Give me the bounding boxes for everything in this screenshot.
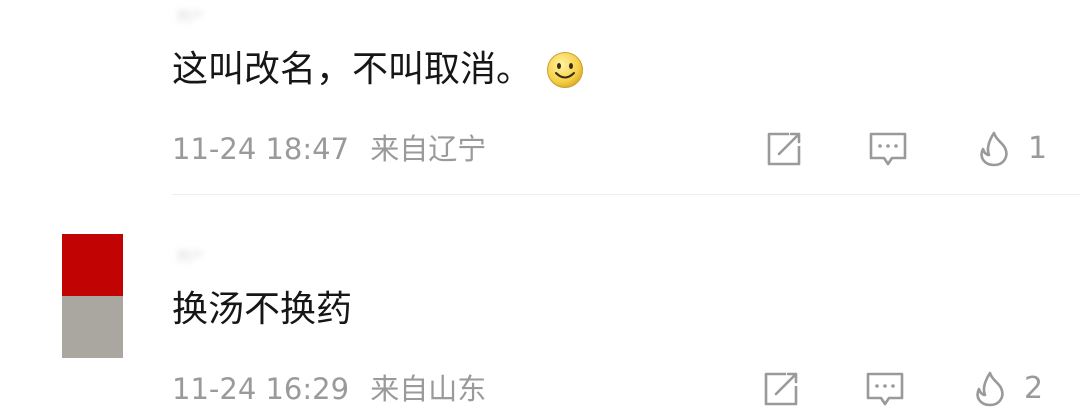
comment-date: 11-24 16:29	[172, 372, 350, 406]
avatar[interactable]	[62, 234, 123, 358]
like-count: 1	[1028, 131, 1048, 166]
comment-item: 用户 这叫改名，不叫取消。 11-24 18:47 来自辽宁 1	[0, 0, 1080, 195]
reply-button[interactable]	[864, 370, 906, 408]
like-button[interactable]: 2	[972, 370, 1043, 408]
comment-text: 这叫改名，不叫取消。	[172, 48, 584, 92]
comment-location: 来自辽宁	[370, 132, 487, 166]
like-count: 2	[1024, 371, 1044, 406]
comment-text-content: 换汤不换药	[172, 289, 353, 330]
username[interactable]: 用户	[176, 248, 376, 266]
flame-icon	[976, 371, 1004, 407]
reply-button[interactable]	[867, 130, 909, 168]
username[interactable]: 用户	[176, 8, 376, 26]
comment-icon	[866, 372, 904, 406]
comment-location: 来自山东	[370, 372, 487, 406]
divider	[172, 194, 1080, 195]
share-icon	[767, 132, 801, 166]
comment-text-content: 这叫改名，不叫取消。	[172, 49, 533, 90]
share-button[interactable]	[762, 370, 800, 408]
flame-icon	[980, 131, 1008, 167]
comment-meta: 11-24 18:47 来自辽宁	[172, 131, 498, 167]
smile-emoji-icon	[546, 51, 584, 89]
comment-meta: 11-24 16:29 来自山东	[172, 371, 498, 407]
comment-text: 换汤不换药	[172, 288, 352, 332]
comment-date: 11-24 18:47	[172, 132, 350, 166]
comment-item: 用户 换汤不换药 11-24 16:29 来自山东 2	[0, 196, 1080, 419]
share-icon	[764, 372, 798, 406]
share-button[interactable]	[765, 130, 803, 168]
comment-icon	[869, 132, 907, 166]
like-button[interactable]: 1	[976, 130, 1047, 168]
